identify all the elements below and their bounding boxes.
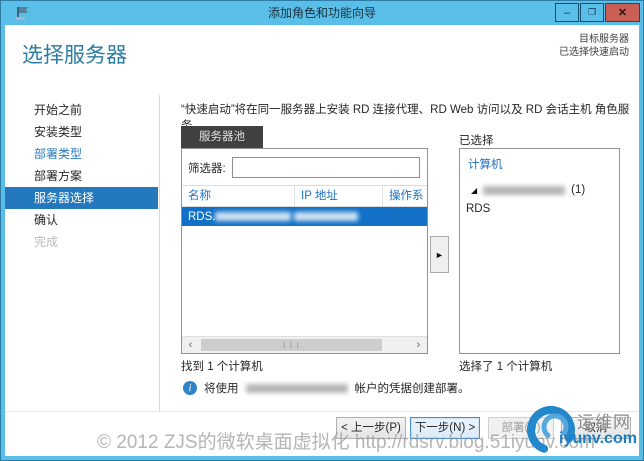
info-text-suffix: 帐户的凭据创建部署。 xyxy=(354,383,470,395)
column-header-os[interactable]: 操作系统 xyxy=(382,186,427,223)
info-icon: i xyxy=(183,381,197,395)
server-name-prefix: RDS. xyxy=(188,210,216,223)
sidebar-item-deployment-scenario[interactable]: 部署方案 xyxy=(5,165,158,187)
sidebar-item-server-selection[interactable]: 服务器选择 xyxy=(5,187,158,209)
target-server-value: 已选择快速启动 xyxy=(559,47,629,58)
target-server-label: 目标服务器 xyxy=(579,34,629,45)
wizard-content: 选择服务器 目标服务器 已选择快速启动 开始之前 安装类型 部署类型 部署方案 … xyxy=(5,25,639,456)
selected-tree-child[interactable]: RDS xyxy=(460,203,619,215)
tree-expanded-icon[interactable]: ◢ xyxy=(471,186,477,195)
close-button[interactable]: ✕ xyxy=(605,3,640,22)
server-ip-cell xyxy=(294,212,382,221)
titlebar: 添加角色和功能向导 – ❐ ✕ xyxy=(1,1,643,25)
deploy-button: 部署(D) xyxy=(488,417,554,439)
page-title: 选择服务器 xyxy=(22,44,127,67)
window-title: 添加角色和功能向导 xyxy=(267,6,376,20)
scrollbar-thumb[interactable]: ❘❘❘ xyxy=(201,339,382,351)
computers-selected-text: 选择了 1 个计算机 xyxy=(459,361,553,373)
filter-input[interactable] xyxy=(231,157,420,178)
selected-tree-node[interactable]: ◢ (1) xyxy=(460,184,619,196)
tab-server-pool[interactable]: 服务器池 xyxy=(181,126,263,148)
previous-button[interactable]: < 上一步(P) xyxy=(336,417,406,439)
computer-group-header: 计算机 xyxy=(468,159,503,171)
column-header-ip[interactable]: IP 地址 xyxy=(294,186,382,206)
horizontal-scrollbar[interactable]: ‹ ❘❘❘ › xyxy=(182,336,427,353)
add-server-button[interactable]: ► xyxy=(430,236,449,273)
tree-node-count: (1) xyxy=(571,184,586,196)
target-server-info: 目标服务器 已选择快速启动 xyxy=(559,33,629,59)
redacted-server-ip xyxy=(294,212,358,221)
computers-found-text: 找到 1 个计算机 xyxy=(181,361,263,373)
selected-computers-panel: 计算机 ◢ (1) RDS xyxy=(459,148,620,354)
maximize-button[interactable]: ❐ xyxy=(580,3,604,22)
scrollbar-track[interactable]: ❘❘❘ xyxy=(199,337,410,353)
minimize-button[interactable]: – xyxy=(555,3,579,22)
sidebar-item-installation-type[interactable]: 安装类型 xyxy=(5,121,158,143)
sidebar-item-results: 完成 xyxy=(34,235,59,249)
cancel-button[interactable]: 取消 xyxy=(561,417,631,439)
sidebar-divider xyxy=(159,95,160,411)
footer-separator xyxy=(5,411,639,412)
wizard-window: 添加角色和功能向导 – ❐ ✕ 选择服务器 目标服务器 已选择快速启动 开始之前… xyxy=(0,0,644,461)
info-text-prefix: 将使用 xyxy=(204,383,239,395)
filter-row: 筛选器: xyxy=(182,149,427,185)
sidebar-item-confirmation[interactable]: 确认 xyxy=(5,209,158,231)
sidebar-item-before-you-begin[interactable]: 开始之前 xyxy=(5,99,158,121)
credentials-info-row: i 将使用 帐户的凭据创建部署。 xyxy=(183,380,470,396)
server-grid-header: 名称 IP 地址 操作系统 xyxy=(182,185,427,223)
selected-panel-label: 已选择 xyxy=(459,135,494,147)
redacted-domain-name xyxy=(483,185,566,195)
scroll-right-icon[interactable]: › xyxy=(410,337,427,353)
server-pool-panel: 筛选器: 名称 IP 地址 操作系统 RDS. ‹ ❘❘❘ › xyxy=(181,148,428,354)
filter-label: 筛选器: xyxy=(188,162,226,175)
redacted-server-name xyxy=(215,212,292,221)
column-header-name[interactable]: 名称 xyxy=(182,186,294,206)
scroll-left-icon[interactable]: ‹ xyxy=(182,337,199,353)
sidebar-item-deployment-type[interactable]: 部署类型 xyxy=(5,143,158,165)
redacted-account-name xyxy=(245,383,348,393)
right-arrow-icon: ► xyxy=(435,249,444,260)
server-name-cell: RDS. xyxy=(182,211,294,223)
next-button[interactable]: 下一步(N) > xyxy=(410,417,480,439)
